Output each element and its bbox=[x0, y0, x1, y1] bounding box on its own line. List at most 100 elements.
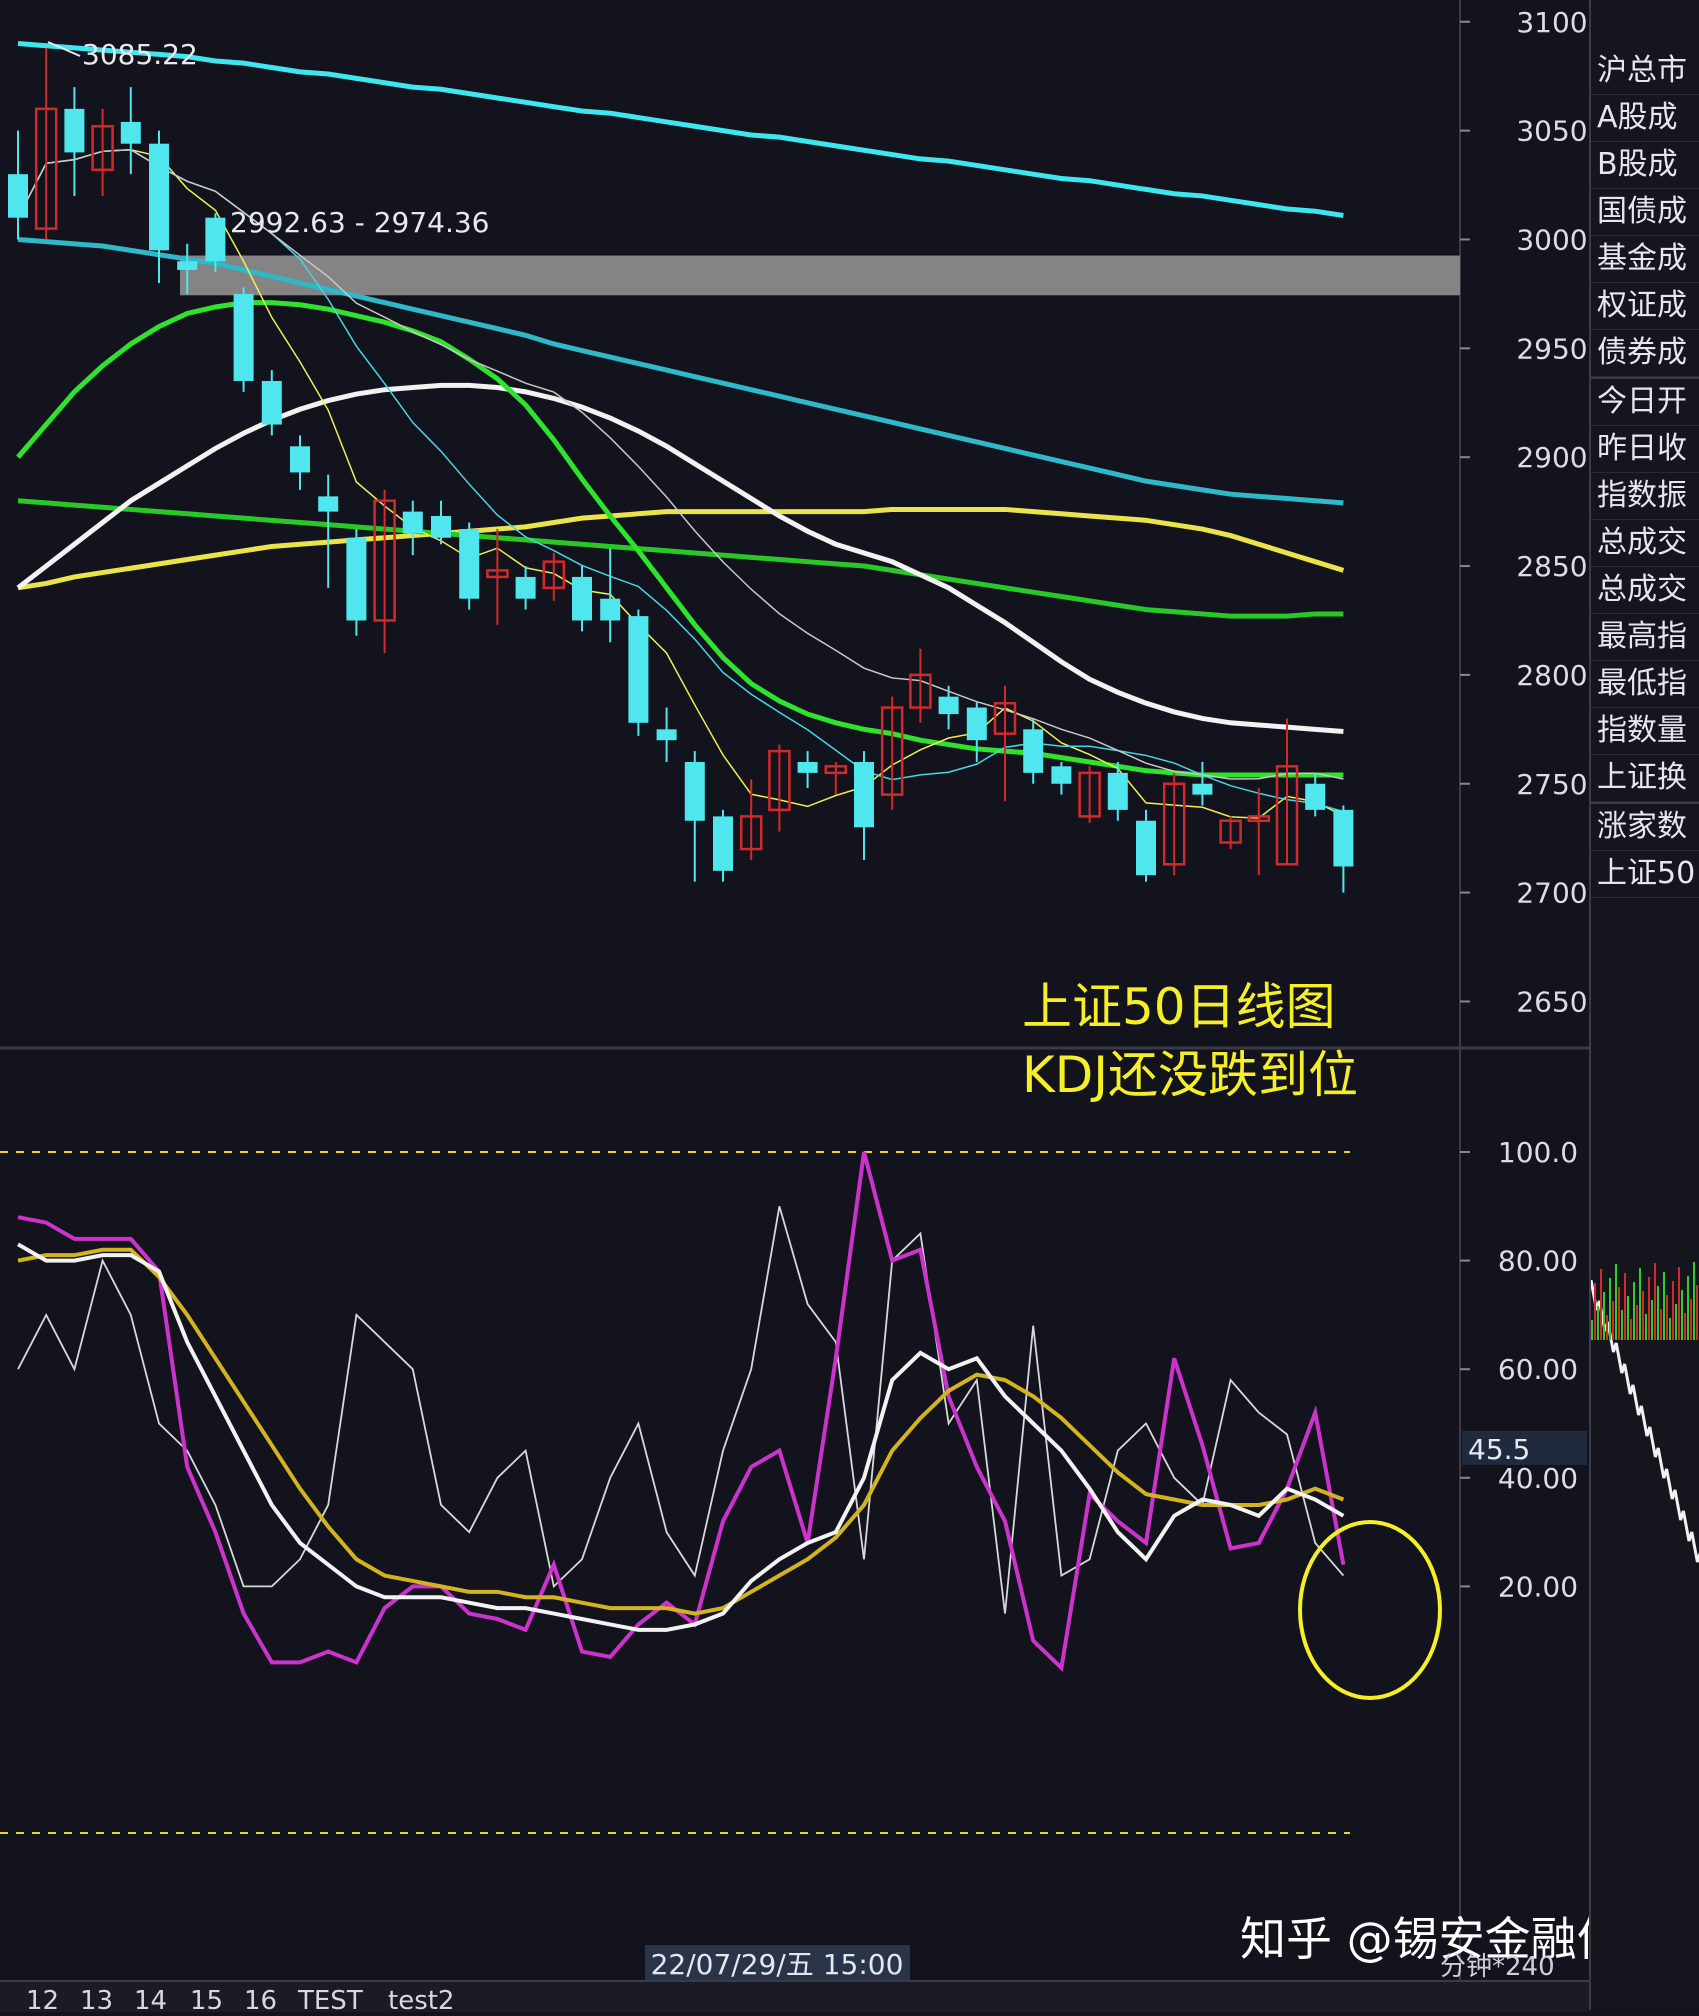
mini-bar bbox=[1660, 1309, 1662, 1340]
price-tick-label: 2950 bbox=[1516, 332, 1587, 365]
kdj-tick-label: 80.00 bbox=[1498, 1245, 1578, 1278]
side-panel-item[interactable]: B股成 bbox=[1591, 142, 1699, 189]
candle-body-down bbox=[713, 816, 733, 871]
bottom-tab-14[interactable]: 14 bbox=[134, 1986, 167, 2016]
mini-bar bbox=[1651, 1300, 1653, 1340]
mini-bar bbox=[1600, 1269, 1602, 1340]
candle-body-down bbox=[1107, 772, 1128, 810]
candle-body-down bbox=[684, 761, 705, 821]
side-panel-item[interactable]: A股成 bbox=[1591, 95, 1699, 142]
mini-bar bbox=[1621, 1310, 1623, 1340]
bottom-tab-13[interactable]: 13 bbox=[80, 1986, 113, 2016]
chart-canvas[interactable]: 3100 3050 3000 2950 2900 2850 2800 2750 2700 2650… bbox=[0, 0, 1589, 1980]
highlight-circle bbox=[1298, 1520, 1442, 1700]
candle-body-down bbox=[8, 174, 28, 218]
candle-body-down bbox=[600, 598, 621, 621]
side-panel-item[interactable]: 权证成 bbox=[1591, 283, 1699, 330]
kdj-tick-label: 20.00 bbox=[1498, 1570, 1578, 1603]
kdj-tick-label: 100.0 bbox=[1498, 1136, 1578, 1169]
candle-body-down bbox=[854, 761, 874, 828]
mini-bar bbox=[1669, 1318, 1671, 1340]
price-tick-label: 3000 bbox=[1516, 223, 1587, 256]
candle-body-down bbox=[120, 121, 141, 144]
mini-bar bbox=[1663, 1272, 1665, 1340]
candle-body-down bbox=[177, 261, 198, 270]
mini-bar bbox=[1603, 1292, 1605, 1340]
side-panel-item[interactable]: 今日开 bbox=[1591, 377, 1699, 426]
side-panel-item[interactable]: 总成交 bbox=[1591, 520, 1699, 567]
candle-body-down bbox=[1305, 783, 1326, 810]
bottom-tab-test2[interactable]: test2 bbox=[388, 1986, 454, 2016]
mini-bar bbox=[1684, 1313, 1686, 1340]
side-panel-item[interactable]: 总成交 bbox=[1591, 567, 1699, 614]
candle-body-down bbox=[459, 529, 480, 599]
candle-body-down bbox=[149, 143, 169, 251]
side-panel-item[interactable]: 指数量 bbox=[1591, 708, 1699, 755]
mini-bar bbox=[1627, 1296, 1629, 1340]
mini-bar bbox=[1642, 1291, 1644, 1340]
price-tick-label: 3050 bbox=[1516, 115, 1587, 148]
side-panel-item[interactable]: 最低指 bbox=[1591, 661, 1699, 708]
annotation-line2: KDJ还没跌到位 bbox=[1022, 1046, 1358, 1104]
candle-body-down bbox=[1023, 729, 1044, 773]
kdj-j-line bbox=[17, 1151, 1346, 1672]
mini-bar bbox=[1597, 1306, 1599, 1340]
price-tick-label: 2800 bbox=[1516, 659, 1587, 692]
current-value-label: 45.5 bbox=[1468, 1433, 1530, 1466]
mini-bar bbox=[1633, 1282, 1635, 1340]
mini-intraday-chart bbox=[1591, 1262, 1699, 1563]
candle-body-down bbox=[966, 707, 987, 741]
candle-body-down bbox=[290, 446, 310, 473]
side-panel-item[interactable]: 涨家数 bbox=[1591, 802, 1699, 851]
mini-bar bbox=[1609, 1278, 1611, 1340]
mini-bar bbox=[1672, 1281, 1674, 1340]
candle-body-down bbox=[938, 696, 959, 715]
bottom-tab-15[interactable]: 15 bbox=[190, 1986, 223, 2016]
mini-bar bbox=[1612, 1301, 1614, 1340]
price-tick-label: 2700 bbox=[1516, 877, 1587, 910]
range-label: 2992.63 - 2974.36 bbox=[230, 206, 489, 239]
side-panel-item[interactable]: 上证50 bbox=[1591, 851, 1699, 898]
kdj-tick-label: 40.00 bbox=[1498, 1462, 1578, 1495]
mini-bar bbox=[1693, 1262, 1695, 1340]
annotation-line1: 上证50日线图 bbox=[1022, 978, 1336, 1036]
price-tick-label: 2900 bbox=[1516, 441, 1587, 474]
ma-line-0 bbox=[17, 41, 1344, 219]
mini-bar bbox=[1675, 1304, 1677, 1340]
side-panel-item[interactable]: 债券成 bbox=[1591, 330, 1699, 377]
mini-bar bbox=[1594, 1283, 1596, 1340]
ma-line-2 bbox=[17, 506, 1345, 591]
candle-body-down bbox=[515, 576, 536, 599]
timestamp-label: 22/07/29/五 15:00 bbox=[651, 1948, 904, 1980]
price-tick-label: 2650 bbox=[1516, 985, 1587, 1018]
candle-body-down bbox=[1333, 809, 1354, 867]
candle-body-down bbox=[1051, 766, 1072, 784]
candle-body-down bbox=[318, 496, 339, 512]
side-panel-item[interactable]: 国债成 bbox=[1591, 189, 1699, 236]
bottom-tab-12[interactable]: 12 bbox=[26, 1986, 59, 2016]
candle-body-down bbox=[656, 729, 677, 741]
bottom-tab-16[interactable]: 16 bbox=[244, 1986, 277, 2016]
kdj-raw-line bbox=[17, 1206, 1345, 1614]
minute-label: 分钟*240 bbox=[1440, 1952, 1555, 1980]
side-panel-item[interactable]: 最高指 bbox=[1591, 614, 1699, 661]
side-panel-item[interactable]: 基金成 bbox=[1591, 236, 1699, 283]
mini-bar bbox=[1639, 1268, 1641, 1340]
mini-bar bbox=[1624, 1273, 1626, 1340]
side-panel-item[interactable]: 昨日收 bbox=[1591, 426, 1699, 473]
price-tick-label: 2750 bbox=[1516, 768, 1587, 801]
mini-bar bbox=[1666, 1295, 1668, 1340]
mini-bar bbox=[1690, 1299, 1692, 1340]
price-tick-label: 3100 bbox=[1516, 6, 1587, 39]
mini-bar bbox=[1657, 1286, 1659, 1340]
kdj-tick-label: 60.00 bbox=[1498, 1353, 1578, 1386]
mini-bar bbox=[1630, 1319, 1632, 1340]
side-panel-item[interactable]: 沪总市 bbox=[1591, 48, 1699, 95]
bottom-tab-test[interactable]: TEST bbox=[298, 1986, 363, 2016]
resistance-band bbox=[180, 255, 1460, 296]
bottom-tab-bar: 12 13 14 15 16 TEST test2 bbox=[0, 1980, 1589, 2016]
side-panel-item[interactable]: 上证换 bbox=[1591, 755, 1699, 802]
side-panel-item[interactable]: 指数振 bbox=[1591, 473, 1699, 520]
mini-bar bbox=[1654, 1263, 1656, 1340]
mini-bar bbox=[1615, 1264, 1617, 1340]
